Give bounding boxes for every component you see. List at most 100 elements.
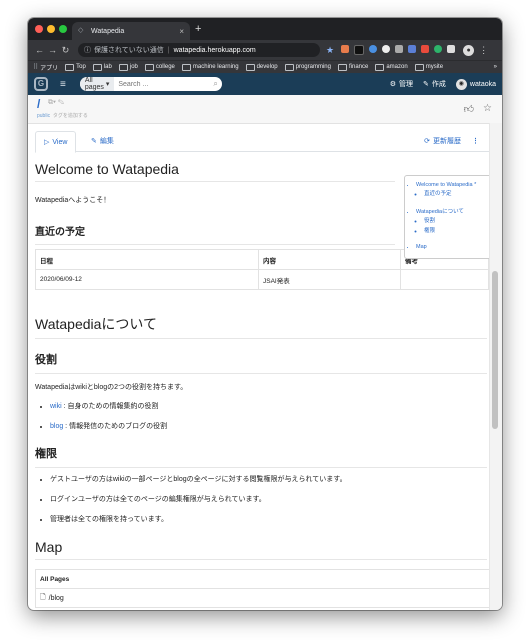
info-icon[interactable]: ⓘ [84,45,91,55]
page-list-item[interactable]: 🗋/blog [36,589,490,607]
create-button[interactable]: ✎ 作成 [423,79,446,89]
page-actions: 👍︎ ☆ [464,103,492,115]
history-button[interactable]: ⟳ 更新履歴 [424,131,461,151]
maximize-window-button[interactable] [59,25,67,33]
list-item: ログインユーザの方は全てのページの編集権限が与えられています。 [50,494,487,504]
bookmark-star-icon[interactable]: ★ [326,45,334,56]
extension-icon[interactable] [369,45,378,53]
browser-menu-icon[interactable]: ⋮ [479,45,488,56]
forward-icon[interactable]: → [46,45,59,55]
close-window-button[interactable] [35,25,43,33]
toc-list: Welcome to Watapedia * 直近の予定 Watapediaにつ… [408,182,490,250]
minimize-window-button[interactable] [47,25,55,33]
list-item: 管理者は全ての権限を持っています。 [50,514,487,524]
bookmark-folder[interactable]: lab [92,63,112,71]
extension-icon[interactable] [395,45,404,53]
wiki-link[interactable]: wiki [50,403,62,410]
map-heading: Map [35,539,487,560]
toc-subitem[interactable]: 直近の予定 [424,189,490,197]
toc-subitem[interactable]: 役割 [424,216,490,224]
avatar: ◉ [455,78,467,90]
toc-item[interactable]: Map [416,244,490,250]
scrollbar-thumb[interactable] [492,271,498,429]
extension-icon[interactable] [354,45,365,55]
toc-item[interactable]: Welcome to Watapedia * 直近の予定 [416,182,490,197]
browser-window: ◇ Watapedia × + ← → ↻ ⓘ 保護されていない通信 | wat… [28,18,502,610]
list-item-text: : 自身のための情報集約の役割 [61,403,159,410]
bookmark-folder[interactable]: job [118,63,138,71]
folder-icon [375,63,385,71]
extension-icon[interactable] [408,45,417,53]
extension-icon[interactable] [341,45,350,53]
bookmark-folder[interactable]: amazon [375,63,408,71]
address-bar[interactable]: ⓘ 保護されていない通信 | watapedia.herokuapp.com [78,43,320,57]
more-options-icon[interactable]: ⋮ [472,131,479,151]
bookmark-icon[interactable]: ☆ [483,103,492,115]
play-icon: ▷ [44,139,50,146]
window-controls [35,25,67,33]
folder-icon [118,63,128,71]
extension-icon[interactable] [447,45,456,53]
page-path[interactable]: / [37,97,40,111]
app-navbar: G ≡ All pages ▾ ⌕ ⚙管理 ✎作成 ◉wataoka [28,73,502,95]
scrollbar[interactable] [489,123,502,610]
copy-and-edit-path-icons[interactable]: ⧉▾ ✎ [48,99,64,107]
bookmark-folder[interactable]: Top [65,63,86,71]
visibility-badge: public [37,113,51,119]
search-icon[interactable]: ⌕ [213,79,221,89]
main-content: ▷ View ✎ 編集 ⟳ 更新履歴 ⋮ Welcome to Watapedia W… [28,123,490,610]
folder-icon [414,63,424,71]
folder-icon [284,63,294,71]
user-menu[interactable]: ◉ wataoka [455,78,496,90]
bookmarks-overflow[interactable]: » [494,64,497,70]
blog-link[interactable]: blog [50,423,63,430]
address-separator: | [167,46,170,54]
table-cell [400,269,489,290]
bookmark-folder[interactable]: college [144,63,175,71]
toc-item[interactable]: Watapediaについて 役割 権限 [416,207,490,234]
search-box: All pages ▾ ⌕ [79,77,222,91]
url-text[interactable]: watapedia.herokuapp.com [174,47,256,54]
like-icon[interactable]: 👍︎ [464,103,474,115]
hamburger-menu-icon[interactable]: ≡ [60,79,66,90]
tab-edit[interactable]: ✎ 編集 [91,131,114,151]
growi-favicon-icon: ◇ [78,27,84,34]
extension-icon[interactable] [382,45,391,53]
bookmark-folder[interactable]: mysite [414,63,443,71]
roles-list: wiki : 自身のための情報集約の役割 blog : 情報発信のためのブログの… [35,401,487,441]
about-heading: Watapediaについて [35,314,487,339]
tab-close-icon[interactable]: × [179,27,184,36]
new-tab-button[interactable]: + [195,23,201,35]
bookmark-folder[interactable]: finance [337,63,368,71]
browser-tab[interactable]: ◇ Watapedia × [72,22,190,40]
schedule-heading: 直近の予定 [35,223,395,245]
extension-icon[interactable] [434,45,443,53]
bookmark-folder[interactable]: machine learning [181,63,239,71]
profile-avatar-icon[interactable]: ● [463,44,475,56]
growi-logo-icon[interactable]: G [34,77,48,91]
bookmark-apps[interactable]: ⠿ アプリ [33,63,58,72]
search-input[interactable] [114,80,214,88]
search-scope-dropdown[interactable]: All pages ▾ [79,77,115,91]
extensions-area [341,45,456,55]
page-list-box: All Pages 🗋/blog [35,569,490,608]
table-cell: JSAI発表 [258,269,401,290]
bookmark-folder[interactable]: programming [284,63,331,71]
pencil-icon: ✎ [423,81,429,88]
folder-icon [245,63,255,71]
page-header: / ⧉▾ ✎ public タグを追加する 👍︎ ☆ [28,95,502,124]
roles-text: Watapediaはwikiとblogの2つの役割を持ちます。 [35,384,188,391]
navbar-actions: ⚙ 管理 ✎ 作成 ◉ wataoka [390,78,496,90]
bookmark-folder[interactable]: develop [245,63,278,71]
perm-list: ゲストユーザの方はwikiの一部ページとblogの全ページに対する閲覧権限が与え… [35,474,487,534]
security-label: 保護されていない通信 [94,47,164,54]
admin-button[interactable]: ⚙ 管理 [390,79,413,89]
toc-subitem[interactable]: 権限 [424,226,490,234]
tag-hint[interactable]: タグを追加する [53,113,88,119]
folder-icon [337,63,347,71]
table-header-cell: 日程 [35,249,259,270]
extension-icon[interactable] [421,45,430,53]
reload-icon[interactable]: ↻ [59,45,72,56]
tab-view[interactable]: ▷ View [35,131,77,153]
back-icon[interactable]: ← [33,45,46,55]
